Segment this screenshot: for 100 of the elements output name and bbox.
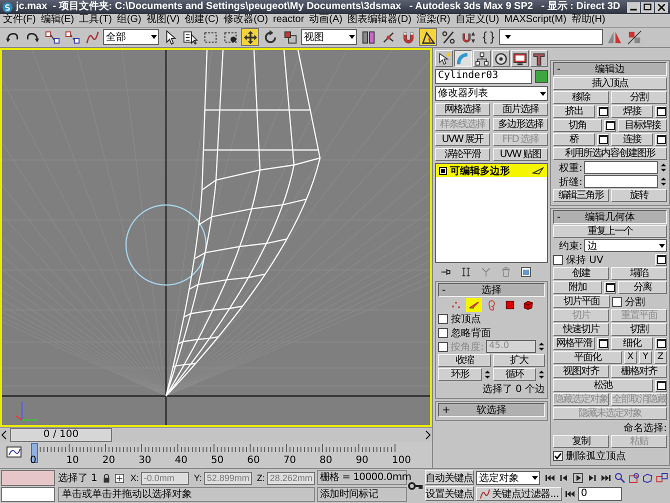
rollout-header[interactable]: - 编辑边	[553, 62, 667, 76]
dropdown[interactable]: 视图	[301, 29, 357, 46]
command-button[interactable]: 插入顶点	[553, 77, 667, 90]
settings-button[interactable]	[655, 380, 667, 392]
close-icon[interactable]	[655, 2, 668, 12]
dropdown[interactable]: 全部	[103, 29, 159, 46]
modifier-button[interactable]: 网格选择	[435, 103, 490, 116]
command-button[interactable]: 重复上一个	[553, 225, 667, 238]
next-frame-icon[interactable]	[586, 472, 598, 484]
command-button[interactable]: 分割	[611, 91, 667, 104]
command-button[interactable]: 平面化	[553, 351, 622, 364]
spinner-field[interactable]	[584, 161, 658, 174]
menu-item[interactable]: 图表编辑器(D)	[348, 14, 412, 26]
command-button[interactable]: 切割	[611, 323, 667, 336]
menu-item[interactable]: reactor	[273, 14, 304, 26]
command-button[interactable]: 附加	[553, 281, 602, 294]
set-key-button[interactable]: 设置关键点	[424, 486, 474, 501]
settings-button[interactable]	[655, 338, 667, 350]
checkbox[interactable]: 分割	[612, 294, 667, 308]
command-button[interactable]: 视图对齐	[553, 365, 609, 378]
time-slider[interactable]: 0 / 100	[10, 428, 112, 442]
checkbox[interactable]: 忽略背面	[438, 326, 545, 340]
axis-button[interactable]: Z	[654, 351, 667, 364]
spinner-arrows-icon[interactable]	[538, 368, 545, 381]
settings-button[interactable]	[604, 120, 616, 132]
menu-item[interactable]: 修改器(O)	[224, 14, 268, 26]
key-mode-icon[interactable]	[564, 488, 576, 500]
menu-item[interactable]: 文件(F)	[3, 14, 36, 26]
stack-tool-button[interactable]	[519, 266, 533, 278]
object-color-swatch[interactable]	[535, 70, 548, 83]
magnifier-icon[interactable]	[614, 472, 626, 484]
modifier-button[interactable]: 多边形选择	[493, 118, 548, 131]
settings-button[interactable]	[597, 106, 609, 118]
crosshair-box-icon[interactable]	[114, 472, 126, 484]
settings-button[interactable]	[604, 282, 616, 294]
command-button[interactable]: 循环	[492, 368, 536, 381]
skip-end-icon[interactable]	[600, 472, 612, 484]
menu-item[interactable]: 工具(T)	[79, 14, 112, 26]
modifier-button[interactable]: UVW 贴图	[493, 148, 548, 161]
listener-output-field[interactable]	[1, 486, 55, 502]
command-button[interactable]: 网格平滑	[553, 337, 595, 350]
previous-frame-icon[interactable]	[558, 472, 570, 484]
frame-field[interactable]: 0	[578, 487, 622, 501]
command-button[interactable]: 分离	[618, 281, 667, 294]
settings-button[interactable]	[655, 254, 667, 266]
modifier-button[interactable]: 涡轮平滑	[435, 148, 490, 161]
curve-editor-icon[interactable]	[6, 446, 22, 458]
command-button[interactable]: 利用所选内容创建图形	[553, 147, 667, 160]
menu-item[interactable]: 渲染(R)	[416, 14, 450, 26]
time-marker[interactable]	[31, 443, 38, 464]
command-button[interactable]: 松弛	[553, 379, 653, 392]
command-button[interactable]: 焊接	[611, 105, 653, 118]
command-button[interactable]: 创建	[553, 267, 609, 280]
settings-button[interactable]	[597, 134, 609, 146]
magnifier-boxes-icon[interactable]	[656, 472, 668, 484]
object-name-field[interactable]: Cylinder03	[435, 69, 532, 84]
key-target-dropdown[interactable]: 选定对象	[476, 471, 540, 485]
menu-item[interactable]: 帮助(H)	[571, 14, 606, 26]
command-button[interactable]: 桥	[553, 133, 595, 146]
rollout-header[interactable]: + 软选择	[438, 403, 545, 417]
command-button[interactable]: 切片平面	[553, 295, 610, 308]
checkbox[interactable]: 保持 UV	[553, 252, 653, 266]
axis-button[interactable]: Y	[639, 351, 652, 364]
modifier-button[interactable]: 面片选择	[493, 103, 548, 116]
stack-item[interactable]: 可编辑多边形	[436, 164, 547, 177]
command-button[interactable]: 旋转	[611, 189, 667, 202]
magnifier-cube-icon[interactable]	[642, 472, 654, 484]
time-tag-field[interactable]: 添加时间标记	[316, 487, 407, 502]
command-button[interactable]: 细化	[611, 337, 653, 350]
command-button[interactable]: 收缩	[438, 354, 490, 367]
menu-item[interactable]: 编辑(E)	[40, 14, 74, 26]
auto-key-button[interactable]: 自动关键点	[424, 470, 474, 485]
restore-icon[interactable]	[641, 2, 654, 12]
command-button[interactable]: 扩大	[492, 354, 545, 367]
menu-item[interactable]: 创建(C)	[184, 14, 219, 26]
command-button[interactable]: 切角	[553, 119, 602, 132]
modifier-button[interactable]: UVW 展开	[435, 133, 490, 146]
spinner-arrows-icon[interactable]	[538, 340, 545, 353]
menu-item[interactable]: 视图(V)	[146, 14, 180, 26]
rollout-header[interactable]: - 编辑几何体	[553, 210, 667, 224]
spinner-arrows-icon[interactable]	[660, 161, 667, 174]
lock-icon[interactable]	[101, 472, 112, 484]
minimize-icon[interactable]	[627, 2, 640, 12]
command-button[interactable]: 快速切片	[553, 323, 609, 336]
listener-field[interactable]	[1, 470, 55, 486]
settings-button[interactable]	[655, 106, 667, 118]
subobject-button[interactable]	[466, 298, 482, 312]
command-button[interactable]: 编辑三角形	[553, 189, 609, 202]
skip-start-icon[interactable]	[544, 472, 556, 484]
command-button[interactable]: 挤出	[553, 105, 595, 118]
modifier-list-dropdown[interactable]: 修改器列表	[435, 86, 548, 101]
rollout-header[interactable]: - 选择	[438, 283, 545, 297]
command-button[interactable]: 目标焊接	[618, 119, 667, 132]
spinner-field[interactable]	[584, 175, 658, 188]
command-button[interactable]: 栅格对齐	[611, 365, 667, 378]
toolbar-button[interactable]	[419, 28, 437, 46]
settings-button[interactable]	[655, 134, 667, 146]
menu-item[interactable]: 动画(A)	[309, 14, 343, 26]
command-button[interactable]: 连接	[611, 133, 653, 146]
settings-button[interactable]	[597, 338, 609, 350]
